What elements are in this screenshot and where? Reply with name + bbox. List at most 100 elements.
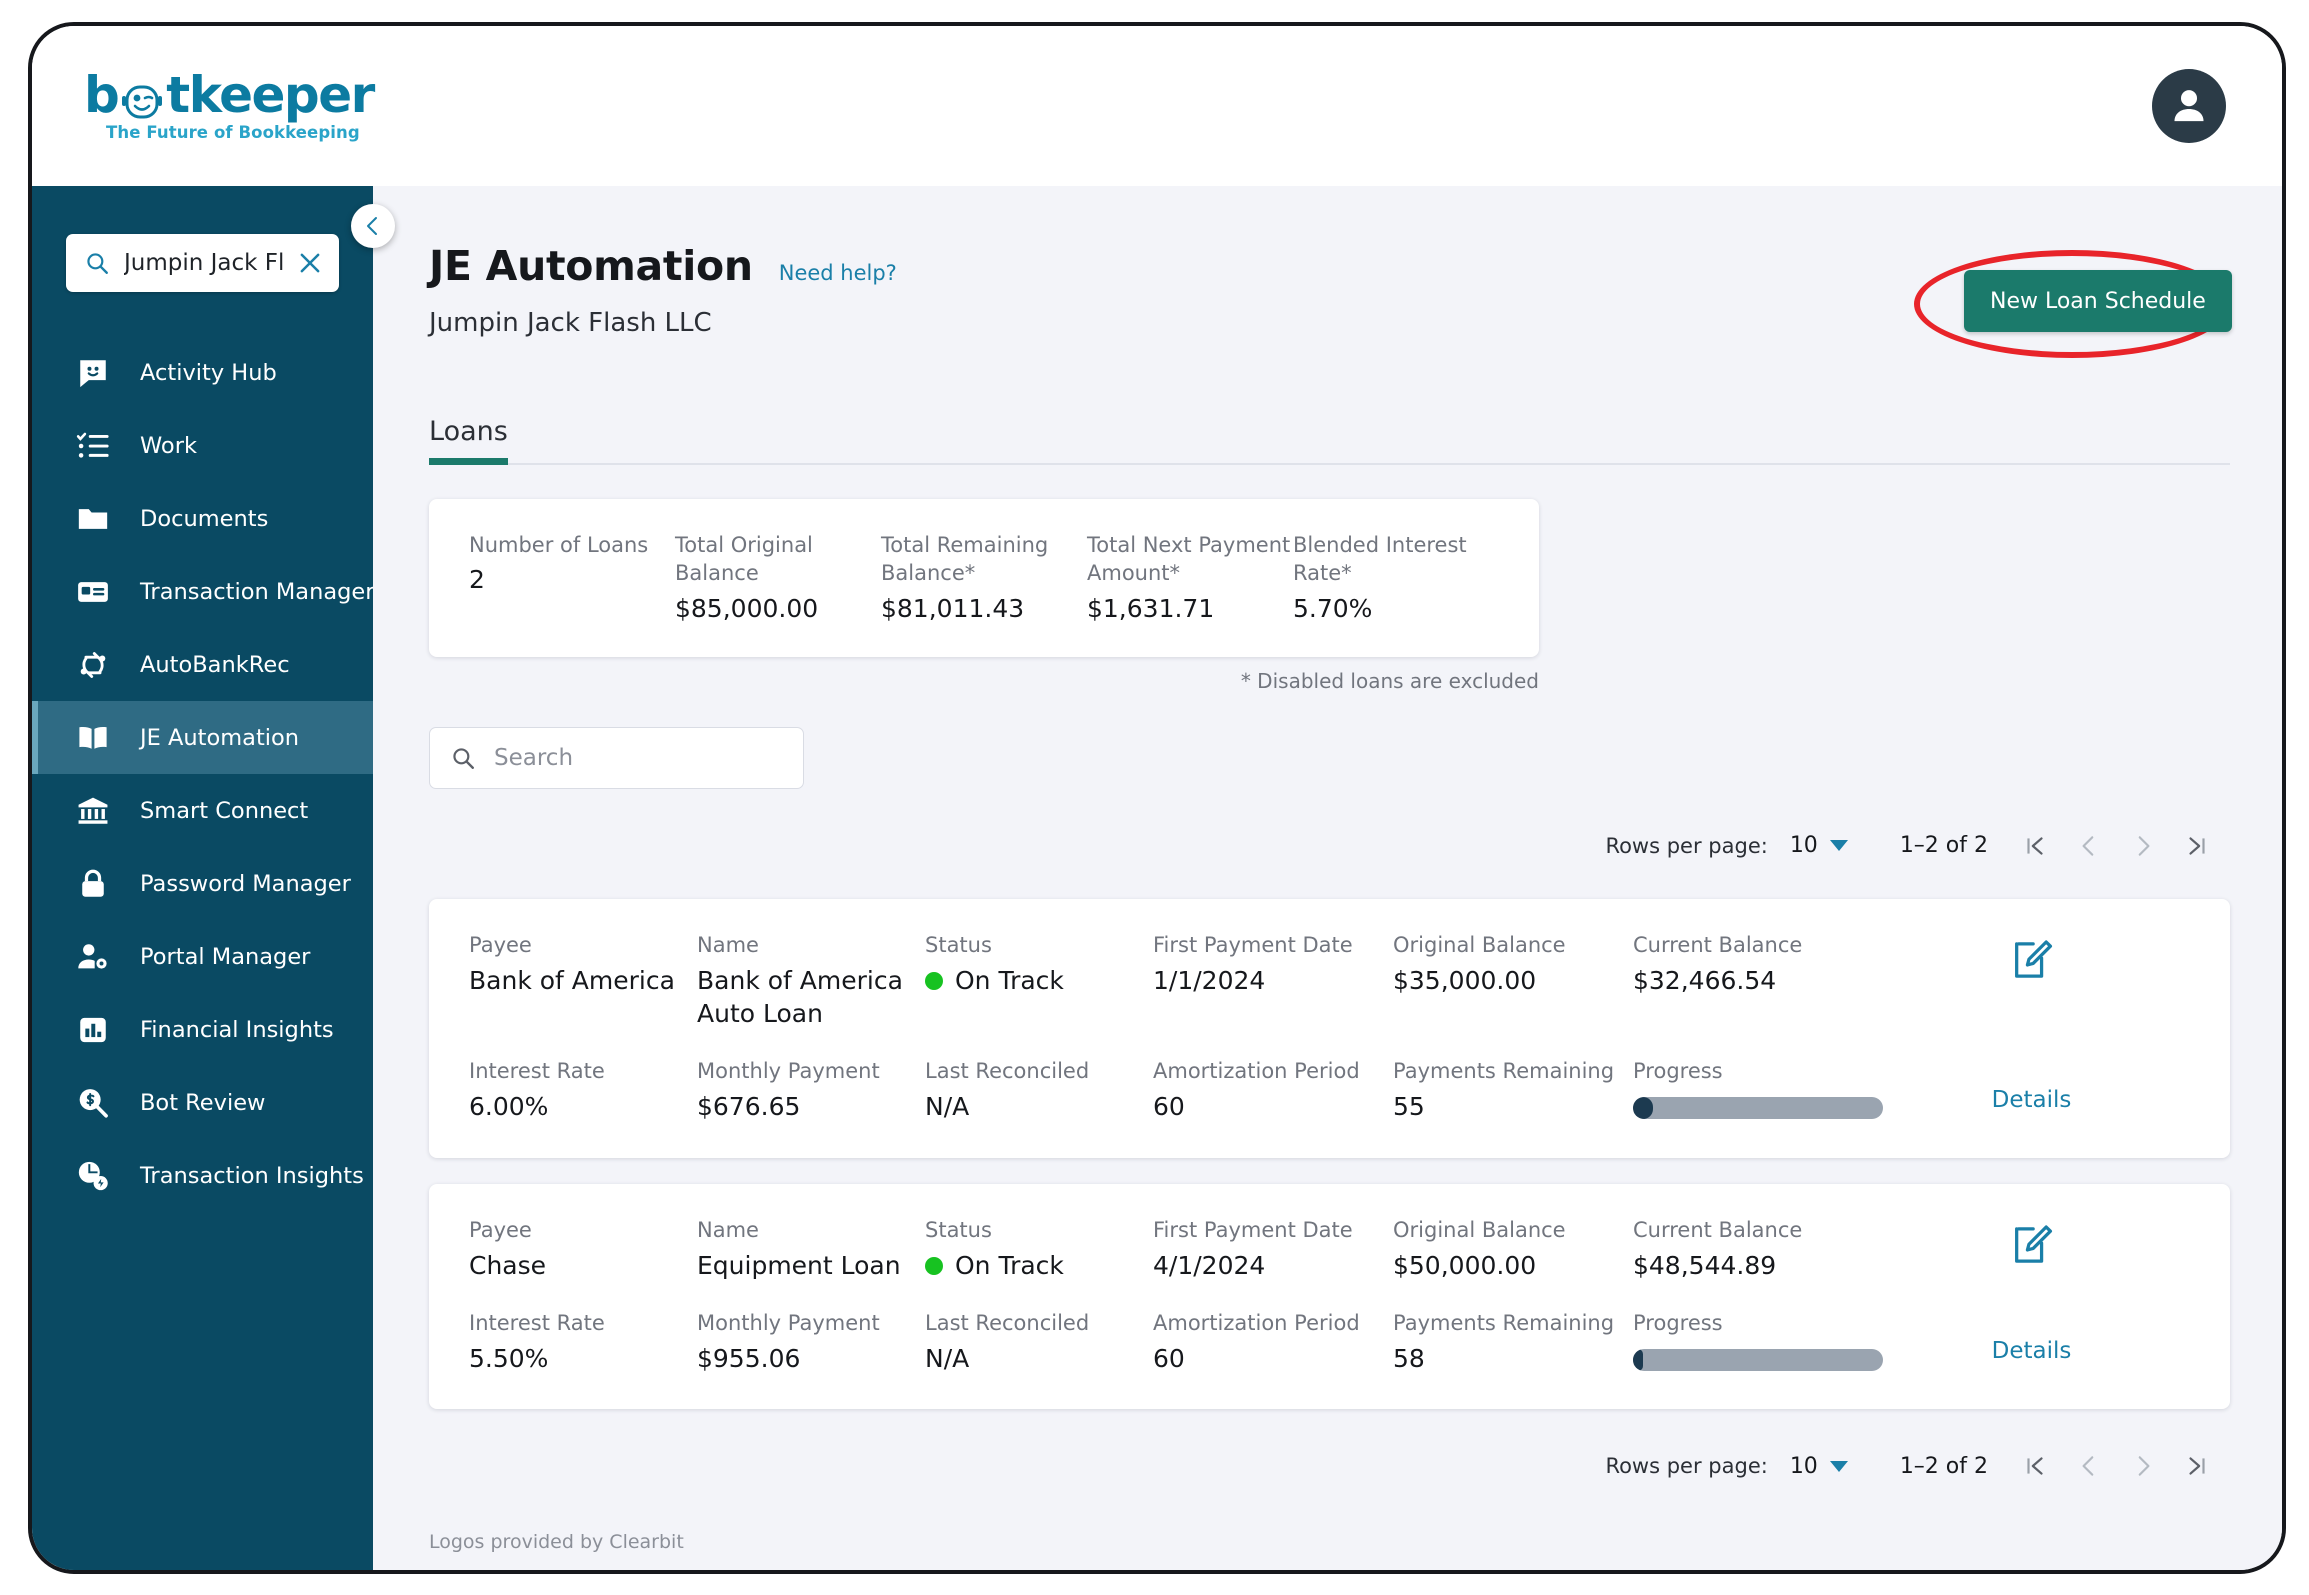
- sidebar-item-documents[interactable]: Documents: [32, 482, 373, 555]
- loan-field-last-reconciled: Last Reconciled N/A: [925, 1059, 1153, 1124]
- summary-cell-total-remaining-balance: Total Remaining Balance* $81,011.43: [881, 531, 1087, 623]
- loan-edit-button[interactable]: [1873, 1218, 2190, 1283]
- sidebar-item-financial-insights[interactable]: Financial Insights: [32, 993, 373, 1066]
- sidebar-nav: Activity Hub Work Documents Transaction …: [32, 336, 375, 1212]
- rows-per-page-select[interactable]: 10: [1790, 833, 1848, 858]
- field-label: Status: [925, 932, 992, 957]
- field-label: Original Balance: [1393, 1217, 1566, 1242]
- loan-edit-button[interactable]: [1873, 933, 2190, 1032]
- loan-details-link[interactable]: Details: [1873, 1311, 2190, 1376]
- summary-label: Total Remaining Balance*: [881, 533, 1049, 586]
- tab-loans[interactable]: Loans: [429, 416, 508, 465]
- sidebar-item-label: Work: [140, 432, 197, 459]
- loan-field-first-payment-date: First Payment Date 4/1/2024: [1153, 1218, 1393, 1283]
- next-page-button[interactable]: [2116, 819, 2170, 873]
- last-page-icon: [2189, 837, 2205, 855]
- field-value: 6.00%: [469, 1092, 549, 1122]
- sidebar-item-je-automation[interactable]: JE Automation: [32, 701, 373, 774]
- botkeeper-logo[interactable]: b tkeeper The Future of Bookkeeping: [84, 70, 375, 142]
- summary-label: Total Next Payment Amount*: [1087, 533, 1291, 586]
- field-label: Progress: [1633, 1310, 1723, 1335]
- bot-face-icon: [120, 79, 164, 119]
- field-value: $676.65: [697, 1092, 801, 1122]
- field-value: 5.50%: [469, 1343, 549, 1373]
- summary-value: $1,631.71: [1087, 593, 1215, 623]
- first-page-button[interactable]: [2008, 819, 2062, 873]
- loan-field-payee: Payee Chase: [469, 1218, 697, 1283]
- loan-row-secondary: Interest Rate 5.50% Monthly Payment $955…: [429, 1311, 2230, 1376]
- sidebar-item-work[interactable]: Work: [32, 409, 373, 482]
- field-value: 4/1/2024: [1153, 1250, 1266, 1280]
- field-label: First Payment Date: [1153, 932, 1353, 957]
- field-label: Last Reconciled: [925, 1059, 1090, 1084]
- sidebar-item-label: AutoBankRec: [140, 651, 290, 678]
- book-icon: [76, 721, 110, 755]
- loan-field-payments-remaining: Payments Remaining 58: [1393, 1311, 1633, 1376]
- avatar[interactable]: [2152, 69, 2226, 143]
- sync-icon: [76, 648, 110, 682]
- logo-wordmark: b tkeeper: [84, 70, 375, 120]
- need-help-link[interactable]: Need help?: [779, 261, 897, 285]
- summary-value: 5.70%: [1293, 593, 1373, 623]
- field-label: Progress: [1633, 1059, 1723, 1084]
- summary-value: $81,011.43: [881, 593, 1025, 623]
- rows-per-page-value: 10: [1789, 1453, 1818, 1479]
- sidebar-item-transaction-manager[interactable]: Transaction Manager: [32, 555, 375, 628]
- sidebar-item-autobankrec[interactable]: AutoBankRec: [32, 628, 373, 701]
- close-icon[interactable]: [297, 250, 323, 276]
- field-value: Bank of America: [469, 965, 675, 995]
- search-icon: [87, 253, 108, 274]
- loan-field-original-balance: Original Balance $35,000.00: [1393, 933, 1633, 1032]
- progress-bar: [1633, 1348, 1883, 1371]
- next-page-button[interactable]: [2116, 1439, 2170, 1493]
- chat-smiley-icon: [76, 356, 110, 390]
- loan-card: Payee Chase Name Equipment Loan Status O…: [429, 1183, 2230, 1410]
- last-page-button[interactable]: [2170, 1439, 2224, 1493]
- summary-cell-total-original-balance: Total Original Balance $85,000.00: [675, 531, 881, 623]
- app-screen: b tkeeper The Future of Bookkeeping Jump…: [0, 0, 2309, 1595]
- loan-field-interest-rate: Interest Rate 6.00%: [469, 1059, 697, 1124]
- sidebar-item-transaction-insights[interactable]: Transaction Insights: [32, 1139, 373, 1212]
- folder-icon: [76, 502, 110, 536]
- sidebar-item-bot-review[interactable]: Bot Review: [32, 1066, 373, 1139]
- prev-page-button[interactable]: [2062, 1439, 2116, 1493]
- prev-page-button[interactable]: [2062, 819, 2116, 873]
- loan-field-first-payment-date: First Payment Date 1/1/2024: [1153, 933, 1393, 1032]
- sidebar-item-activity-hub[interactable]: Activity Hub: [32, 336, 373, 409]
- sidebar-item-password-manager[interactable]: Password Manager: [32, 847, 373, 920]
- loan-field-amortization-period: Amortization Period 60: [1153, 1059, 1393, 1124]
- field-label: Amortization Period: [1153, 1310, 1360, 1335]
- progress-bar: [1633, 1097, 1883, 1120]
- rows-per-page-select[interactable]: 10: [1790, 1454, 1848, 1479]
- loan-details-link[interactable]: Details: [1873, 1059, 2190, 1124]
- new-loan-schedule-button[interactable]: New Loan Schedule: [1964, 270, 2232, 332]
- field-value: $955.06: [697, 1343, 801, 1373]
- title-row: JE Automation Need help?: [429, 242, 897, 290]
- loan-field-original-balance: Original Balance $50,000.00: [1393, 1218, 1633, 1283]
- loan-field-monthly-payment: Monthly Payment $955.06: [697, 1311, 925, 1376]
- device-frame: b tkeeper The Future of Bookkeeping Jump…: [28, 22, 2286, 1574]
- loan-field-status: Status On Track: [925, 1218, 1153, 1283]
- loan-field-payments-remaining: Payments Remaining 55: [1393, 1059, 1633, 1124]
- client-search-input[interactable]: Jumpin Jack Flash ...: [66, 234, 339, 292]
- bank-icon: [76, 794, 110, 828]
- loan-field-monthly-payment: Monthly Payment $676.65: [697, 1059, 925, 1124]
- first-page-button[interactable]: [2008, 1439, 2062, 1493]
- rows-per-page-label: Rows per page:: [1605, 833, 1768, 858]
- last-page-button[interactable]: [2170, 819, 2224, 873]
- footer-note: Logos provided by Clearbit: [429, 1531, 684, 1554]
- field-label: Current Balance: [1633, 1217, 1803, 1242]
- sidebar-collapse-button[interactable]: [351, 204, 395, 248]
- field-value: N/A: [925, 1092, 970, 1122]
- client-search-value: Jumpin Jack Flash ...: [124, 250, 283, 276]
- bar-chart-icon: [76, 1013, 110, 1047]
- sidebar-item-label: Bot Review: [140, 1089, 266, 1116]
- page-header-left: JE Automation Need help? Jumpin Jack Fla…: [429, 242, 897, 338]
- sidebar-item-portal-manager[interactable]: Portal Manager: [32, 920, 373, 993]
- loan-field-last-reconciled: Last Reconciled N/A: [925, 1311, 1153, 1376]
- summary-card: Number of Loans 2 Total Original Balance…: [429, 499, 1539, 657]
- field-label: Amortization Period: [1153, 1059, 1360, 1084]
- search-input[interactable]: Search: [429, 726, 804, 789]
- sidebar-item-smart-connect[interactable]: Smart Connect: [32, 774, 373, 847]
- sidebar: Jumpin Jack Flash ... Activity Hub Work: [32, 186, 375, 1570]
